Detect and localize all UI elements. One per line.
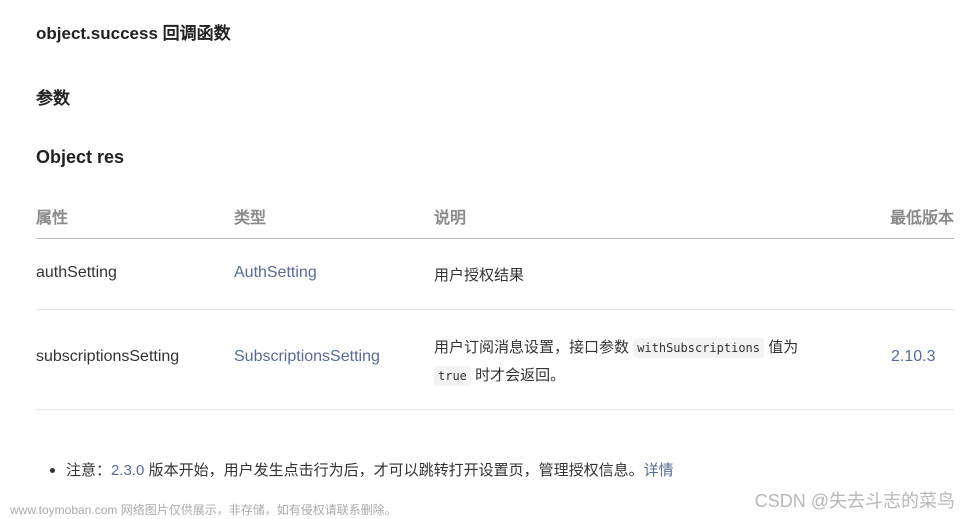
version-link[interactable]: 2.10.3 bbox=[891, 348, 935, 366]
details-link[interactable]: 详情 bbox=[644, 462, 674, 479]
type-link[interactable]: AuthSetting bbox=[234, 264, 317, 282]
params-heading: 参数 bbox=[36, 89, 70, 108]
description-text: 时才会返回。 bbox=[475, 367, 566, 384]
properties-table: 属性 类型 说明 最低版本 authSetting AuthSetting 用户… bbox=[36, 190, 954, 410]
note-list-item: 注意：2.3.0 版本开始，用户发生点击行为后，才可以跳转打开设置页，管理授权信… bbox=[50, 459, 674, 480]
property-description: 用户订阅消息设置，接口参数 withSubscriptions 值为 true … bbox=[434, 334, 834, 390]
property-name: authSetting bbox=[36, 264, 117, 281]
inline-code: true bbox=[434, 366, 471, 386]
object-res-heading: Object res bbox=[36, 147, 125, 167]
source-watermark: www.toymoban.com 网络图片仅供展示，非存储，如有侵权请联系删除。 bbox=[10, 503, 397, 517]
type-link[interactable]: SubscriptionsSetting bbox=[234, 348, 380, 366]
property-name: subscriptionsSetting bbox=[36, 348, 180, 365]
note-prefix: 注意： bbox=[66, 462, 112, 479]
table-row: authSetting AuthSetting 用户授权结果 bbox=[36, 239, 954, 310]
bullet-icon bbox=[50, 467, 55, 473]
description-text: 值为 bbox=[768, 339, 799, 356]
table-row: subscriptionsSetting SubscriptionsSettin… bbox=[36, 310, 954, 410]
header-type: 类型 bbox=[234, 210, 267, 227]
table-header: 属性 类型 说明 最低版本 bbox=[36, 190, 954, 239]
description-text: 用户订阅消息设置，接口参数 bbox=[434, 339, 630, 356]
header-description: 说明 bbox=[434, 210, 467, 227]
note-text: 版本开始，用户发生点击行为后，才可以跳转打开设置页，管理授权信息。 bbox=[148, 462, 644, 479]
author-watermark: CSDN @失去斗志的菜鸟 bbox=[754, 491, 955, 511]
version-link[interactable]: 2.3.0 bbox=[111, 462, 144, 479]
inline-code: withSubscriptions bbox=[633, 338, 765, 358]
callback-heading: object.success 回调函数 bbox=[36, 24, 231, 43]
header-property: 属性 bbox=[36, 210, 69, 227]
property-description: 用户授权结果 bbox=[434, 267, 525, 284]
header-min-version: 最低版本 bbox=[889, 210, 954, 227]
